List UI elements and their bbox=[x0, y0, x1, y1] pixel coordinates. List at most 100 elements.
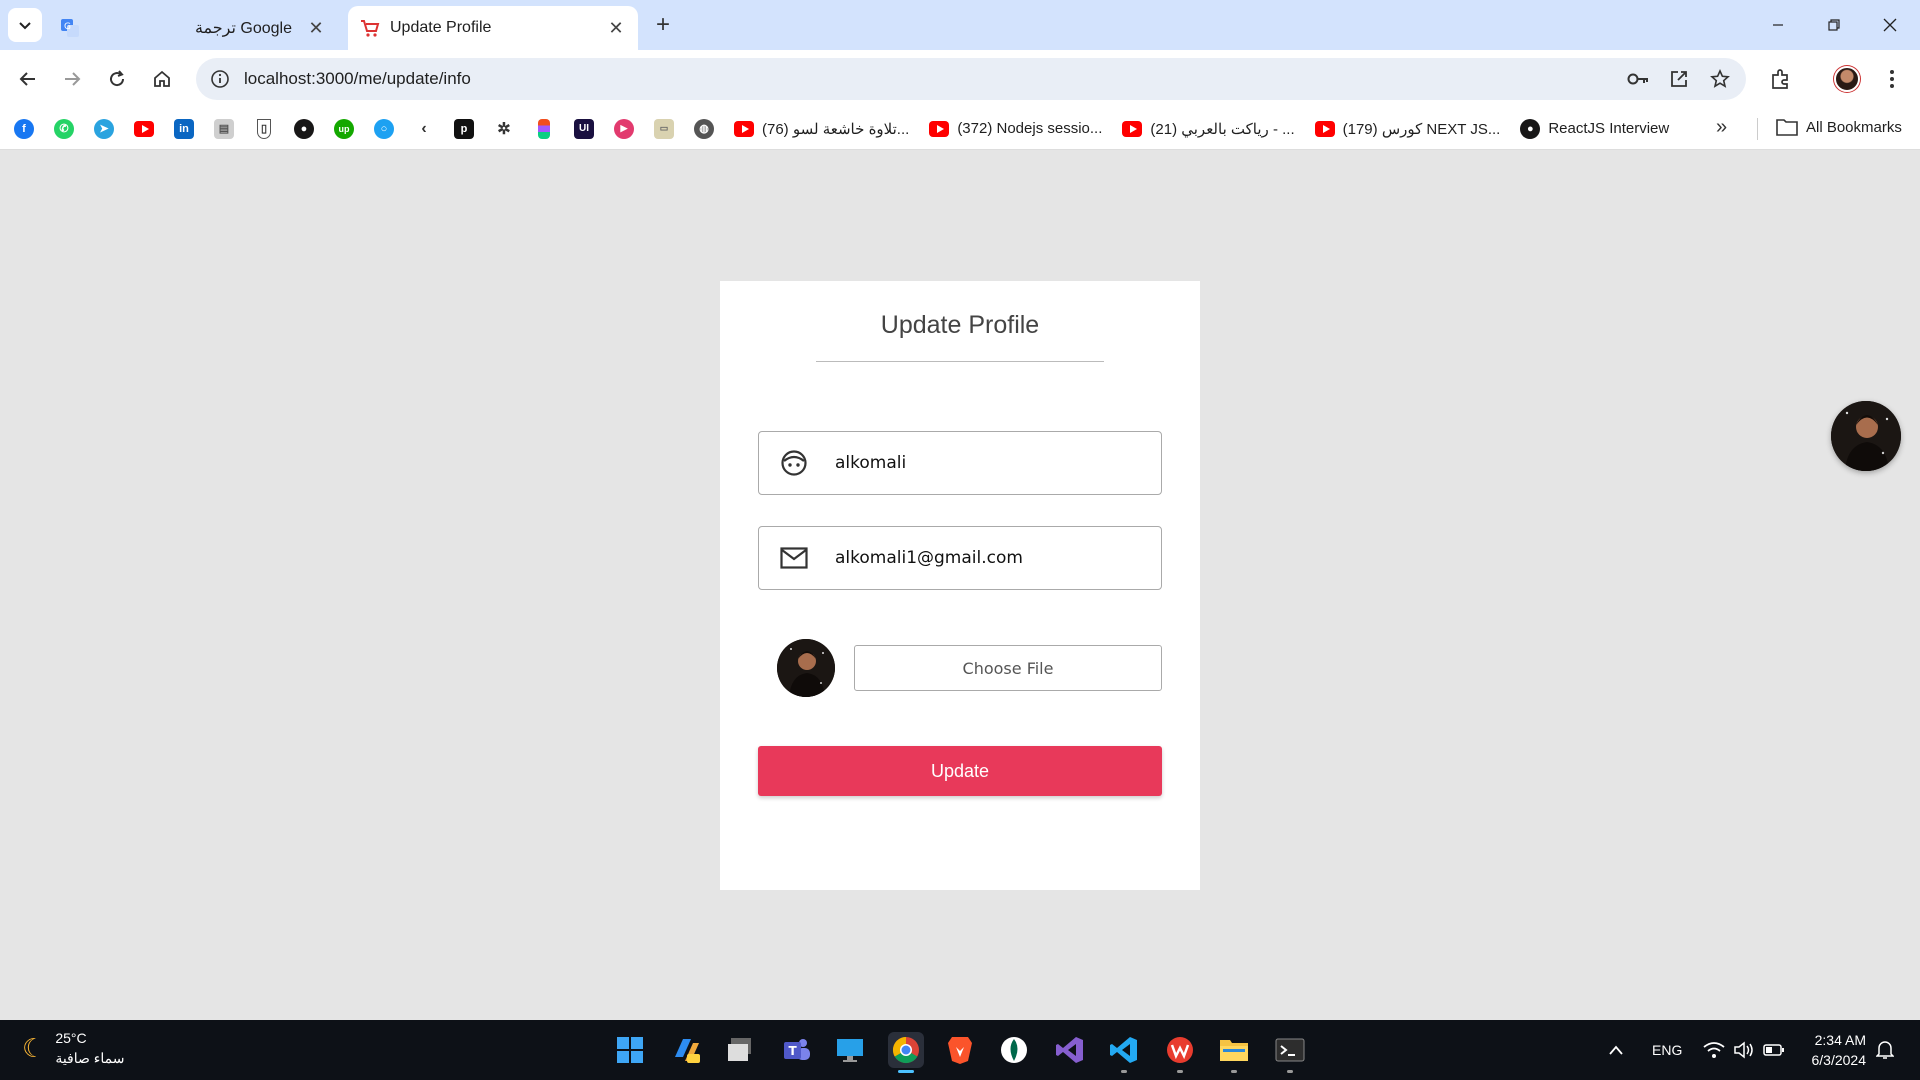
choose-file-button[interactable]: Choose File bbox=[854, 645, 1162, 691]
update-profile-card: Update Profile Choose File Update bbox=[720, 281, 1200, 890]
close-icon[interactable]: ✕ bbox=[306, 18, 326, 38]
running-indicator bbox=[1177, 1070, 1183, 1073]
home-button[interactable] bbox=[146, 63, 178, 95]
page-title: Update Profile bbox=[880, 311, 1040, 339]
all-bookmarks-button[interactable]: All Bookmarks bbox=[1776, 118, 1902, 136]
youtube-icon[interactable] bbox=[134, 119, 154, 139]
mongodb-compass-app[interactable] bbox=[996, 1032, 1032, 1068]
browser-toolbar: localhost:3000/me/update/info bbox=[0, 50, 1920, 108]
floating-avatar-button[interactable] bbox=[1831, 401, 1901, 471]
language-indicator[interactable]: ENG bbox=[1652, 1020, 1682, 1080]
mail-icon bbox=[779, 543, 809, 573]
bookmark-item[interactable]: (76) تلاوة خاشعة لسو... bbox=[734, 119, 909, 139]
running-indicator bbox=[1121, 1070, 1127, 1073]
start-button[interactable] bbox=[612, 1032, 648, 1068]
monitor-icon bbox=[837, 1039, 863, 1062]
email-field[interactable] bbox=[758, 526, 1162, 590]
address-bar[interactable]: localhost:3000/me/update/info bbox=[196, 58, 1746, 100]
facebook-icon[interactable]: f bbox=[14, 118, 34, 139]
active-indicator bbox=[898, 1070, 914, 1073]
card-icon[interactable]: ▭ bbox=[654, 118, 674, 139]
visual-studio-app[interactable] bbox=[1052, 1032, 1088, 1068]
terminal-icon bbox=[1275, 1038, 1305, 1062]
ui-icon[interactable]: UI bbox=[574, 118, 594, 139]
site-info-icon[interactable] bbox=[210, 69, 230, 89]
running-indicator bbox=[1287, 1070, 1293, 1073]
weather-widget[interactable]: ☾ 25°C سماء صافية bbox=[22, 1028, 124, 1068]
more-bookmarks-chevron-icon[interactable]: » bbox=[1716, 116, 1727, 139]
temperature: 25°C bbox=[55, 1030, 87, 1046]
url-text: localhost:3000/me/update/info bbox=[244, 69, 471, 88]
upwork-icon[interactable]: up bbox=[334, 118, 354, 139]
youtube-icon bbox=[1122, 119, 1143, 139]
telegram-icon[interactable]: ➤ bbox=[94, 118, 114, 139]
bookmark-item[interactable]: (372) Nodejs sessio... bbox=[929, 119, 1102, 139]
tab-title: ترجمة Google bbox=[194, 20, 292, 37]
battery-icon[interactable] bbox=[1763, 1020, 1785, 1080]
whatsapp-icon[interactable]: ✆ bbox=[54, 118, 74, 139]
name-field[interactable] bbox=[758, 431, 1162, 495]
teams-app[interactable]: T bbox=[778, 1032, 814, 1068]
tab-google-translate[interactable]: G ترجمة Google ✕ bbox=[48, 6, 338, 50]
restore-button[interactable] bbox=[1814, 10, 1854, 40]
play-circle-icon[interactable]: ▶ bbox=[614, 118, 634, 139]
new-tab-button[interactable]: + bbox=[650, 11, 676, 38]
bookmark-label: (76) تلاوة خاشعة لسو... bbox=[762, 120, 910, 138]
bookmark-item[interactable]: ● ReactJS Interview bbox=[1520, 118, 1670, 139]
avatar bbox=[777, 639, 835, 697]
tab-strip: G ترجمة Google ✕ Update Profile ✕ + bbox=[0, 0, 1920, 50]
task-view-app[interactable] bbox=[722, 1032, 758, 1068]
linkedin-icon[interactable]: in bbox=[174, 118, 194, 139]
shield-icon[interactable]: ▯ bbox=[257, 118, 271, 139]
bookmark-item[interactable]: (21) رياكت بالعربي - ... bbox=[1122, 119, 1295, 139]
wps-office-app[interactable] bbox=[1162, 1032, 1198, 1073]
copilot-app[interactable] bbox=[668, 1032, 704, 1068]
tab-search-button[interactable] bbox=[8, 8, 42, 42]
brave-app[interactable] bbox=[942, 1032, 978, 1068]
chrome-menu-button[interactable] bbox=[1876, 63, 1908, 95]
tab-title: Update Profile bbox=[390, 19, 492, 36]
chrome-app[interactable] bbox=[888, 1032, 924, 1073]
vscode-app[interactable] bbox=[1106, 1032, 1142, 1073]
bookmark-label: ReactJS Interview bbox=[1548, 120, 1670, 137]
close-window-button[interactable] bbox=[1870, 10, 1910, 40]
task-view-icon bbox=[728, 1038, 751, 1061]
email-input[interactable] bbox=[835, 548, 1155, 568]
arrow-right-icon bbox=[65, 72, 81, 86]
bookmark-item[interactable]: (179) كورس NEXT JS... bbox=[1314, 119, 1501, 139]
globe-icon[interactable]: ◍ bbox=[694, 118, 714, 139]
forward-button[interactable] bbox=[56, 63, 88, 95]
update-button[interactable]: Update bbox=[758, 746, 1162, 796]
figma-icon[interactable] bbox=[538, 118, 550, 139]
wifi-icon[interactable] bbox=[1703, 1020, 1725, 1080]
password-key-icon[interactable] bbox=[1626, 67, 1650, 91]
code-bracket-icon[interactable]: ‹ bbox=[414, 119, 434, 139]
chatgpt-icon[interactable]: ✲ bbox=[494, 119, 514, 139]
system-clock[interactable]: 2:34 AM 6/3/2024 bbox=[1800, 1030, 1867, 1070]
open-in-app-icon[interactable] bbox=[1667, 67, 1691, 91]
name-input[interactable] bbox=[835, 453, 1155, 473]
circle-app-icon[interactable]: ○ bbox=[374, 118, 394, 139]
bookmark-star-icon[interactable] bbox=[1708, 67, 1732, 91]
file-explorer-app[interactable] bbox=[1216, 1032, 1252, 1073]
github-icon[interactable]: ● bbox=[294, 118, 314, 139]
pinterest-p-icon[interactable]: p bbox=[454, 118, 474, 139]
more-vertical-icon bbox=[1890, 70, 1894, 88]
reload-button[interactable] bbox=[101, 63, 133, 95]
restore-icon bbox=[1828, 19, 1840, 31]
minimize-button[interactable] bbox=[1758, 10, 1798, 40]
folder-icon bbox=[1776, 119, 1798, 136]
bookmark-label: (179) كورس NEXT JS... bbox=[1342, 120, 1501, 138]
profile-avatar-button[interactable] bbox=[1831, 63, 1863, 95]
extensions-icon[interactable] bbox=[1765, 63, 1797, 95]
show-hidden-icons-button[interactable] bbox=[1608, 1020, 1624, 1080]
back-button[interactable] bbox=[12, 63, 44, 95]
volume-icon[interactable] bbox=[1733, 1020, 1755, 1080]
notification-bell-icon[interactable] bbox=[1876, 1020, 1894, 1080]
document-icon[interactable]: ▤ bbox=[214, 118, 234, 139]
tab-update-profile[interactable]: Update Profile ✕ bbox=[348, 6, 638, 50]
close-icon[interactable]: ✕ bbox=[606, 18, 626, 38]
remote-desktop-app[interactable] bbox=[832, 1032, 868, 1068]
youtube-icon bbox=[1314, 119, 1335, 139]
terminal-app[interactable] bbox=[1272, 1032, 1308, 1073]
